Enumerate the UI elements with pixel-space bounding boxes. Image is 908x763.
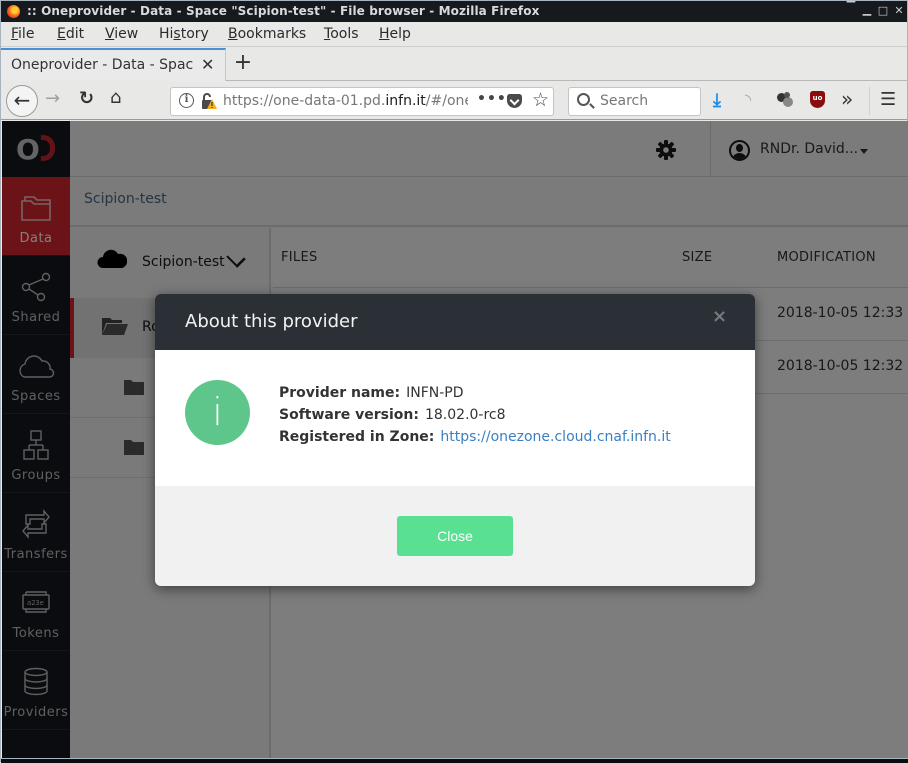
provider-name-value: INFN-PD: [406, 385, 464, 401]
rss-icon[interactable]: ◝: [745, 90, 751, 109]
modal-title: About this provider: [185, 311, 358, 332]
insecure-lock-icon[interactable]: [201, 92, 217, 110]
maximize-button[interactable]: □: [877, 5, 889, 17]
modal-header: About this provider ×: [155, 294, 755, 350]
accesskey-underline: E: [57, 26, 66, 42]
close-button[interactable]: Close: [397, 516, 513, 556]
zone-link[interactable]: https://onezone.cloud.cnaf.infn.it: [440, 429, 670, 445]
close-icon[interactable]: ×: [712, 306, 727, 327]
extension-balls-icon[interactable]: [777, 92, 795, 108]
registered-zone-row: Registered in Zone: https://onezone.cloud…: [279, 426, 671, 448]
back-button[interactable]: ←: [6, 85, 38, 117]
ublock-origin-icon[interactable]: uo: [810, 91, 825, 108]
search-input[interactable]: Search: [568, 87, 701, 116]
taskbar-strip: [1, 758, 908, 763]
firefox-logo-icon: [7, 5, 20, 18]
browser-window: :: Oneprovider - Data - Space "Scipion-t…: [0, 0, 908, 763]
hamburger-menu-icon[interactable]: ☰: [880, 89, 896, 110]
navigation-toolbar: ← → ↻ ⌂ i https://one-data-01.pd.infn.it…: [1, 82, 907, 120]
modal-body: i Provider name: INFN-PD Software version…: [155, 350, 755, 486]
downloads-icon[interactable]: ⤓: [713, 90, 721, 111]
menu-edit[interactable]: Edit: [57, 26, 84, 42]
menu-bar: File Edit View History Bookmarks Tools H…: [1, 23, 907, 47]
tab-close-icon[interactable]: ✕: [201, 55, 214, 74]
search-icon: [577, 93, 590, 106]
minimize-all-button[interactable]: ▔: [845, 2, 857, 14]
menu-tools[interactable]: Tools: [324, 26, 359, 42]
menu-help[interactable]: Help: [379, 26, 411, 42]
page-actions-icon[interactable]: •••: [477, 91, 507, 107]
window-title: :: Oneprovider - Data - Space "Scipion-t…: [27, 4, 540, 18]
menu-history[interactable]: History: [159, 26, 209, 42]
url-suffix: /#/onedata/data/Scipion-test: [425, 93, 468, 109]
field-label: Software version:: [279, 407, 419, 423]
about-provider-modal: About this provider × i Provider name: IN…: [155, 294, 755, 586]
accesskey-underline: B: [228, 26, 238, 42]
field-label: Provider name:: [279, 385, 401, 401]
accesskey-underline: T: [324, 26, 331, 42]
url-prefix: https://one-data-01.pd.: [223, 93, 386, 109]
site-info-icon[interactable]: i: [179, 93, 194, 108]
new-tab-button[interactable]: +: [231, 50, 255, 75]
software-version-value: 18.02.0-rc8: [424, 407, 506, 423]
bookmark-star-icon[interactable]: ☆: [532, 89, 549, 111]
provider-info: Provider name: INFN-PD Software version: 1…: [279, 382, 671, 448]
close-window-button[interactable]: ✕: [893, 5, 905, 17]
minimize-button[interactable]: ▁: [861, 4, 873, 16]
forward-button[interactable]: →: [45, 88, 60, 109]
menu-bookmarks[interactable]: Bookmarks: [228, 26, 306, 42]
accesskey-underline: V: [105, 26, 115, 42]
accesskey-underline: F: [11, 26, 19, 42]
menu-file[interactable]: File: [11, 26, 34, 42]
url-domain: infn.it: [385, 93, 426, 109]
accesskey-underline: H: [379, 26, 390, 42]
accesskey-underline: s: [173, 26, 181, 42]
modal-footer: Close: [155, 486, 755, 586]
home-button[interactable]: ⌂: [110, 87, 121, 108]
tab-title: Oneprovider - Data - Space "Scipion-test…: [11, 57, 193, 73]
onedata-app: O Data Shared: [2, 121, 908, 758]
url-text: https://one-data-01.pd.infn.it/#/onedata…: [223, 93, 468, 109]
tab-oneprovider[interactable]: Oneprovider - Data - Space "Scipion-test…: [1, 48, 226, 81]
menu-view[interactable]: View: [105, 26, 138, 42]
window-title-bar: :: Oneprovider - Data - Space "Scipion-t…: [1, 1, 907, 22]
toolbar-divider: [869, 87, 870, 115]
url-bar[interactable]: i https://one-data-01.pd.infn.it/#/oneda…: [170, 87, 554, 116]
field-label: Registered in Zone:: [279, 429, 435, 445]
pocket-icon[interactable]: [507, 94, 522, 108]
overflow-menu-icon[interactable]: »: [841, 87, 853, 111]
reload-button[interactable]: ↻: [79, 88, 94, 109]
software-version-row: Software version: 18.02.0-rc8: [279, 404, 671, 426]
provider-name-row: Provider name: INFN-PD: [279, 382, 671, 404]
info-icon: i: [185, 380, 250, 445]
tab-strip: Oneprovider - Data - Space "Scipion-test…: [1, 48, 907, 81]
search-placeholder: Search: [600, 93, 649, 109]
